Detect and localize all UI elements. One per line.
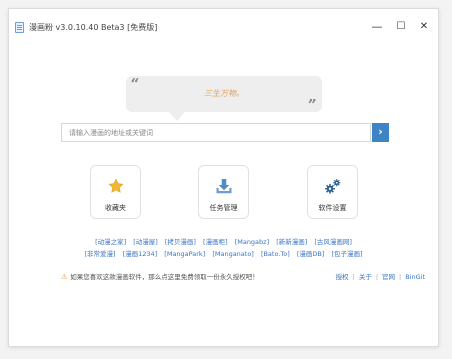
site-link[interactable]: [Mangabz]: [235, 238, 269, 246]
app-window: 漫画粉 v3.0.10.40 Beta3 [免费版] — ☐ ✕ “ 三生万物。…: [8, 8, 439, 347]
site-links-row-2: [非常爱漫] [漫画1234] [MangaPark] [Manganato] …: [9, 248, 438, 258]
quote-close-mark: ”: [307, 98, 316, 113]
task-manager-label: 任务管理: [209, 204, 238, 212]
search-button[interactable]: ›: [372, 123, 389, 142]
site-link[interactable]: [古风漫画网]: [314, 238, 352, 246]
download-icon: [199, 178, 248, 199]
gears-icon: [308, 178, 357, 199]
warning-icon: ⚠: [61, 273, 68, 281]
app-icon: [15, 22, 24, 33]
license-tip-text: 如果您喜欢这款漫画软件，那么点这里免费领取一份永久授权吧！: [70, 273, 259, 281]
star-icon: [91, 178, 140, 198]
license-tip[interactable]: ⚠ 如果您喜欢这款漫画软件，那么点这里免费领取一份永久授权吧！: [61, 271, 259, 281]
about-link[interactable]: 关于: [359, 273, 372, 281]
site-link[interactable]: [Bato.To]: [261, 250, 290, 258]
site-link[interactable]: [非常爱漫]: [84, 250, 115, 258]
minimize-button[interactable]: —: [366, 18, 388, 36]
site-link[interactable]: [新新漫画]: [276, 238, 307, 246]
maximize-button[interactable]: ☐: [390, 18, 412, 36]
site-link[interactable]: [MangaPark]: [164, 250, 205, 258]
search-input[interactable]: [61, 123, 371, 142]
favorites-label: 收藏夹: [105, 204, 126, 212]
close-button[interactable]: ✕: [413, 18, 435, 36]
settings-label: 软件设置: [318, 204, 347, 212]
window-title: 漫画粉 v3.0.10.40 Beta3 [免费版]: [29, 23, 158, 32]
favorites-tile[interactable]: 收藏夹: [90, 165, 141, 219]
quote-bubble: “ 三生万物。 ”: [126, 76, 322, 121]
task-manager-tile[interactable]: 任务管理: [198, 165, 249, 219]
site-link[interactable]: [动漫屋]: [133, 238, 158, 246]
settings-tile[interactable]: 软件设置: [307, 165, 358, 219]
title-bar: 漫画粉 v3.0.10.40 Beta3 [免费版] — ☐ ✕: [9, 9, 438, 43]
site-link[interactable]: [动漫之家]: [95, 238, 126, 246]
site-link[interactable]: [Manganato]: [212, 250, 254, 258]
site-link[interactable]: [漫画1234]: [123, 250, 158, 258]
site-links-row-1: [动漫之家] [动漫屋] [拷贝漫画] [漫画柜] [Mangabz] [新新漫…: [9, 236, 438, 246]
website-link[interactable]: 官网: [382, 273, 395, 281]
bingit-link[interactable]: BinGit: [405, 273, 425, 281]
footer-links: 授权 | 关于 | 官网 | BinGit: [335, 273, 425, 281]
site-link[interactable]: [拷贝漫画]: [165, 238, 196, 246]
site-link[interactable]: [漫画DB]: [297, 250, 325, 258]
site-link[interactable]: [漫画柜]: [203, 238, 228, 246]
license-link[interactable]: 授权: [336, 273, 349, 281]
site-link[interactable]: [包子漫画]: [331, 250, 362, 258]
quote-text: 三生万物。: [204, 89, 244, 98]
